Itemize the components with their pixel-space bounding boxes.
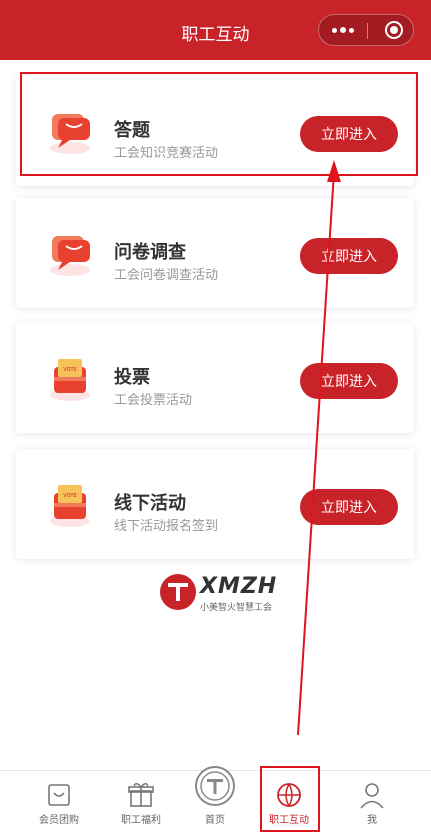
- card-description: 工会投票活动: [114, 393, 193, 408]
- chat-bubble-icon: [44, 226, 96, 278]
- card-title: 线下活动: [114, 493, 186, 514]
- union-logo-icon: [160, 574, 196, 610]
- enter-offline-activity-button[interactable]: 立即进入: [300, 489, 398, 525]
- activity-card-survey: 问卷调查 工会问卷调查活动 立即进入: [16, 198, 414, 308]
- enter-quiz-button[interactable]: 立即进入: [300, 116, 398, 152]
- activity-card-quiz: 答题 工会知识竞赛活动 立即进入: [16, 76, 414, 186]
- enter-vote-button[interactable]: 立即进入: [300, 363, 398, 399]
- activity-card-offline: VOTE 线下活动 线下活动报名签到 立即进入: [16, 449, 414, 559]
- activity-card-vote: VOTE 投票 工会投票活动 立即进入: [16, 323, 414, 433]
- vote-box-icon: VOTE: [44, 351, 96, 403]
- card-title: 问卷调查: [114, 242, 186, 263]
- card-title: 答题: [114, 120, 150, 141]
- tab-label: 职工互动: [269, 815, 309, 826]
- svg-text:VOTE: VOTE: [63, 493, 76, 499]
- nav-header: 职工互动: [0, 0, 431, 60]
- tab-me[interactable]: 我: [329, 771, 415, 840]
- mini-program-capsule: [318, 14, 414, 46]
- capsule-divider: [367, 23, 368, 39]
- tab-label: 我: [367, 815, 377, 826]
- user-icon: [357, 781, 387, 809]
- chat-bubble-icon: [44, 104, 96, 156]
- vote-box-icon: VOTE: [44, 477, 96, 529]
- card-description: 线下活动报名签到: [114, 519, 219, 534]
- close-mini-program-icon[interactable]: [385, 21, 403, 39]
- tab-group-buy[interactable]: 会员团购: [16, 771, 102, 840]
- brand-logo: XMZH 小美智火智慧工会: [160, 574, 280, 616]
- union-emblem-icon: [194, 765, 236, 807]
- main-content: 答题 工会知识竞赛活动 立即进入 问卷调查 工会问卷调查活动 立即进入 VOTE: [0, 60, 431, 770]
- tab-label: 会员团购: [39, 815, 79, 826]
- enter-survey-button[interactable]: 立即进入: [300, 238, 398, 274]
- tab-interaction[interactable]: 职工互动: [246, 771, 332, 840]
- logo-text: XMZH: [200, 574, 278, 599]
- logo-subtitle: 小美智火智慧工会: [200, 603, 273, 613]
- basketball-icon: [274, 781, 304, 809]
- shopping-bag-icon: [44, 781, 74, 809]
- more-menu-icon[interactable]: [319, 15, 367, 45]
- card-title: 投票: [114, 367, 150, 388]
- svg-text:VOTE: VOTE: [63, 367, 76, 373]
- bottom-tabbar: 会员团购 职工福利 首页 职工互动 我: [0, 766, 431, 840]
- card-description: 工会知识竞赛活动: [114, 146, 219, 161]
- card-description: 工会问卷调查活动: [114, 268, 219, 283]
- gift-icon: [126, 781, 156, 809]
